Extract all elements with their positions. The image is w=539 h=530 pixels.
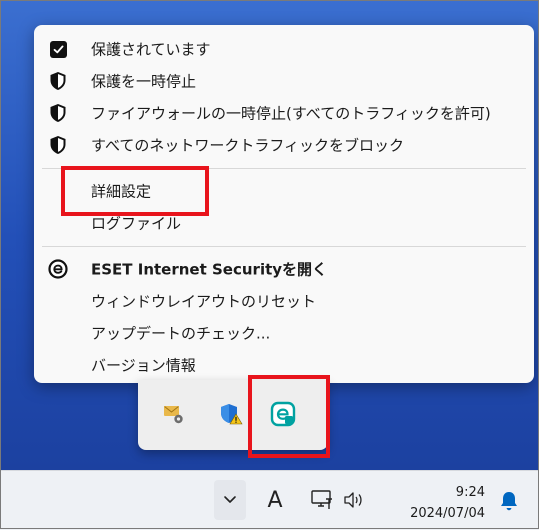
menu-item-block-traffic[interactable]: すべてのネットワークトラフィックをブロック [34,129,534,161]
highlight-eset-tray-icon [248,375,330,458]
menu-item-check-updates[interactable]: アップデートのチェック... [34,317,534,349]
menu-separator [42,246,526,247]
checkbox-checked-icon [48,39,68,59]
menu-item-label: 保護を一時停止 [91,72,197,91]
menu-item-pause-firewall[interactable]: ファイアウォールの一時停止(すべてのトラフィックを許可) [34,97,534,129]
menu-item-protected[interactable]: 保護されています [34,33,534,65]
highlight-advanced-settings [61,166,209,216]
menu-item-reset-layout[interactable]: ウィンドウレイアウトのリセット [34,285,534,317]
show-hidden-icons-button[interactable] [214,480,246,520]
ime-indicator[interactable]: A [262,484,288,516]
shield-icon [48,103,68,123]
clock-time[interactable]: 9:24 [456,485,485,500]
clock-date[interactable]: 2024/07/04 [410,506,485,521]
menu-item-label: すべてのネットワークトラフィックをブロック [91,136,405,155]
eset-logo-icon [48,259,68,279]
menu-item-label: ESET Internet Securityを開く [91,260,328,279]
menu-item-label: ウィンドウレイアウトのリセット [91,292,317,311]
notification-bell-icon[interactable] [496,488,522,514]
menu-item-label: バージョン情報 [91,356,196,375]
shield-icon [48,135,68,155]
menu-item-pause-protection[interactable]: 保護を一時停止 [34,65,534,97]
chevron-down-icon [224,496,236,503]
menu-item-label: ファイアウォールの一時停止(すべてのトラフィックを許可) [91,104,491,123]
defender-warning-icon[interactable] [215,398,247,430]
menu-item-open-eset[interactable]: ESET Internet Securityを開く [34,253,534,285]
menu-item-label: 保護されています [91,40,211,59]
network-icon[interactable] [308,486,336,514]
menu-item-label: アップデートのチェック... [91,324,271,343]
mail-settings-icon[interactable] [158,398,190,430]
shield-icon [48,71,68,91]
volume-icon[interactable] [340,486,368,514]
